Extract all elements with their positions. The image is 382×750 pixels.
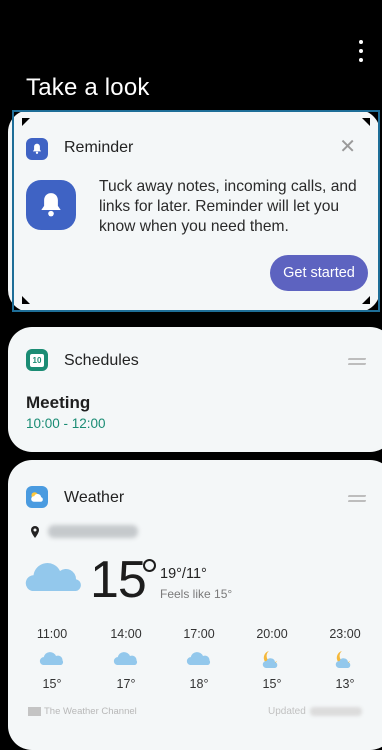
- hour-temp: 13°: [335, 677, 355, 691]
- hour-time: 23:00: [329, 627, 361, 641]
- event-title: Meeting: [26, 393, 91, 412]
- get-started-button[interactable]: Get started: [270, 255, 368, 291]
- moon-cloud-icon: [242, 649, 302, 669]
- drag-handle-icon[interactable]: [347, 358, 367, 365]
- feels-like: Feels like 15°: [160, 587, 233, 601]
- hour-time: 11:00: [36, 627, 68, 641]
- reminder-app-icon: [26, 138, 48, 160]
- hour-time: 14:00: [110, 627, 142, 641]
- updated-status: Updated: [268, 706, 362, 717]
- location-name: [48, 525, 138, 538]
- hourly-forecast-item: 17:00 18°: [169, 627, 229, 691]
- top-bar: Take a look: [0, 0, 382, 105]
- hourly-forecast-item: 14:00 17°: [96, 627, 156, 691]
- cloud-icon: [96, 649, 156, 669]
- event-time: 10:00 - 12:00: [26, 416, 106, 431]
- weather-card[interactable]: Weather 15 19°/11° Feels like 15° 11:00 …: [8, 460, 382, 750]
- cloud-icon: [169, 649, 229, 669]
- calendar-icon: 10: [26, 349, 48, 371]
- calendar-date: 10: [30, 353, 44, 367]
- hour-temp: 15°: [262, 677, 282, 691]
- provider-name: The Weather Channel: [44, 706, 137, 717]
- weather-channel-logo-icon: [28, 707, 41, 716]
- page-title: Take a look: [26, 74, 150, 101]
- close-icon[interactable]: ✕: [339, 137, 356, 157]
- schedules-card[interactable]: 10 Schedules Meeting 10:00 - 12:00: [8, 327, 382, 452]
- weather-app-icon: [26, 486, 48, 508]
- weather-title: Weather: [64, 489, 125, 506]
- moon-cloud-icon: [315, 649, 375, 669]
- reminder-card[interactable]: Reminder ✕ Tuck away notes, incoming cal…: [8, 110, 380, 312]
- hour-time: 17:00: [183, 627, 215, 641]
- updated-label: Updated: [268, 706, 306, 717]
- cloud-icon: [22, 649, 82, 669]
- hourly-forecast-item: 23:00 13°: [315, 627, 375, 691]
- hourly-forecast-item: 11:00 15°: [22, 627, 82, 691]
- high-low-temperature: 19°/11°: [160, 566, 207, 582]
- weather-provider[interactable]: The Weather Channel: [28, 706, 137, 717]
- cloud-icon: [25, 563, 81, 591]
- location-pin-icon: [31, 526, 39, 538]
- degree-symbol: [143, 559, 156, 572]
- bell-icon: [26, 180, 76, 230]
- reminder-description: Tuck away notes, incoming calls, and lin…: [99, 178, 357, 235]
- hourly-forecast-item: 20:00 15°: [242, 627, 302, 691]
- hour-time: 20:00: [256, 627, 288, 641]
- hour-temp: 18°: [189, 677, 209, 691]
- drag-handle-icon[interactable]: [347, 495, 367, 502]
- more-options-icon[interactable]: [358, 40, 364, 62]
- updated-time: [309, 707, 362, 716]
- schedules-title: Schedules: [64, 352, 139, 369]
- hour-temp: 15°: [42, 677, 62, 691]
- current-temperature: 15: [90, 551, 147, 609]
- reminder-title: Reminder: [64, 139, 134, 156]
- hour-temp: 17°: [116, 677, 136, 691]
